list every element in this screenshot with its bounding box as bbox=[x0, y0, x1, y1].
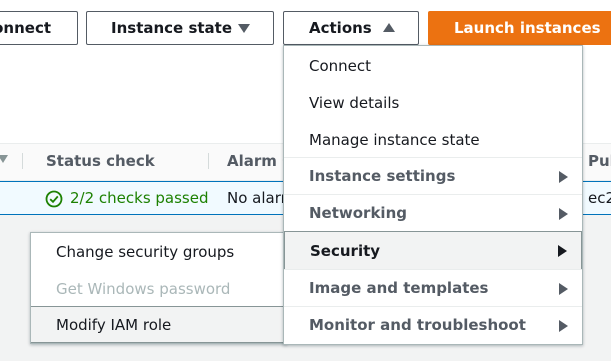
launch-label: Launch instances bbox=[454, 19, 601, 37]
menu-item-label: Manage instance state bbox=[309, 130, 480, 149]
caret-up-icon bbox=[383, 23, 395, 32]
menu-item-label: Connect bbox=[309, 56, 372, 75]
column-header-status-check[interactable]: Status check bbox=[46, 152, 155, 170]
chevron-right-icon bbox=[559, 171, 568, 183]
sort-icon[interactable] bbox=[0, 155, 8, 163]
menu-item-label: Security bbox=[310, 241, 381, 260]
launch-instances-button[interactable]: Launch instances bbox=[428, 11, 611, 45]
menu-item-modify-iam-role[interactable]: Modify IAM role bbox=[31, 306, 286, 343]
actions-button[interactable]: Actions bbox=[283, 11, 419, 45]
connect-label: Connect bbox=[0, 19, 51, 37]
instance-state-button[interactable]: Instance state bbox=[86, 11, 274, 45]
check-circle-icon bbox=[45, 190, 63, 208]
menu-item-manage-instance-state[interactable]: Manage instance state bbox=[284, 121, 582, 158]
menu-item-networking[interactable]: Networking bbox=[284, 194, 582, 231]
submenu-item-label: Change security groups bbox=[56, 242, 235, 261]
column-divider[interactable] bbox=[208, 153, 209, 169]
menu-item-connect[interactable]: Connect bbox=[284, 47, 582, 84]
menu-item-label: Instance settings bbox=[309, 167, 456, 185]
caret-down-icon bbox=[238, 24, 250, 33]
column-header-public-dns[interactable]: Public IPv4 DNS bbox=[588, 152, 611, 170]
instance-state-label: Instance state bbox=[111, 19, 233, 37]
menu-item-change-security-groups[interactable]: Change security groups bbox=[31, 233, 286, 270]
menu-item-label: Monitor and troubleshoot bbox=[309, 316, 526, 334]
menu-item-get-windows-password[interactable]: Get Windows password bbox=[31, 270, 286, 307]
menu-item-security[interactable]: Security bbox=[284, 231, 582, 270]
menu-item-label: Image and templates bbox=[309, 279, 489, 297]
menu-item-label: Networking bbox=[309, 204, 407, 222]
actions-label: Actions bbox=[309, 19, 372, 37]
chevron-right-icon bbox=[558, 245, 567, 257]
chevron-right-icon bbox=[559, 320, 568, 332]
chevron-right-icon bbox=[559, 283, 568, 295]
menu-item-instance-settings[interactable]: Instance settings bbox=[284, 157, 582, 194]
public-dns-value: ec2 bbox=[588, 189, 611, 207]
column-divider[interactable] bbox=[22, 153, 23, 169]
menu-item-image-and-templates[interactable]: Image and templates bbox=[284, 269, 582, 306]
submenu-item-label: Modify IAM role bbox=[56, 315, 172, 334]
actions-dropdown-menu: Connect View details Manage instance sta… bbox=[283, 45, 583, 345]
column-header-alarm-status[interactable]: Alarm status bbox=[227, 152, 283, 170]
menu-item-monitor-and-troubleshoot[interactable]: Monitor and troubleshoot bbox=[284, 306, 582, 343]
status-check-value: 2/2 checks passed bbox=[70, 189, 208, 207]
connect-button[interactable]: Connect bbox=[0, 11, 78, 45]
menu-item-view-details[interactable]: View details bbox=[284, 84, 582, 121]
submenu-item-label: Get Windows password bbox=[56, 279, 231, 298]
chevron-right-icon bbox=[559, 208, 568, 220]
security-submenu: Change security groups Get Windows passw… bbox=[30, 232, 287, 344]
menu-item-label: View details bbox=[309, 93, 400, 112]
alarm-status-value: No alarms bbox=[227, 189, 283, 207]
